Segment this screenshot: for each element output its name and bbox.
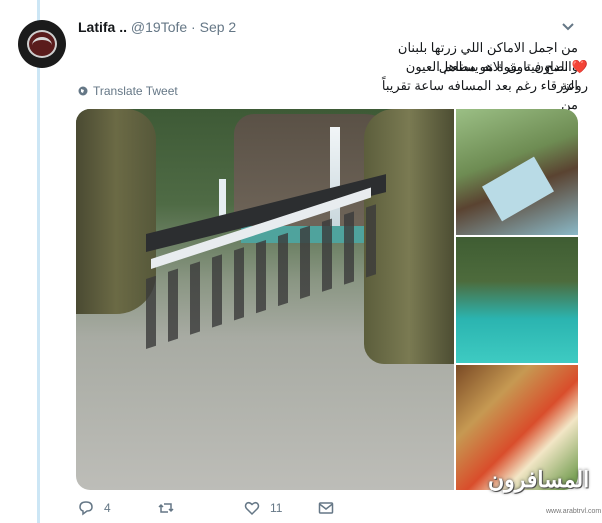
retweet-icon <box>158 503 174 513</box>
translate-label[interactable]: Translate Tweet <box>93 84 178 98</box>
reply-button[interactable]: 4 <box>78 500 111 516</box>
chevron-down-icon[interactable] <box>561 20 575 34</box>
translate-tweet-link[interactable]: Translate Tweet <box>78 84 178 98</box>
tweet-header: Latifa .. @19Tofe · Sep 2 <box>78 19 236 35</box>
like-count: 11 <box>270 501 283 515</box>
tweet-text-line2-text: الداون تاون الانه يستاهل .. روعة <box>427 59 588 93</box>
direct-message-button[interactable] <box>318 500 334 516</box>
globe-icon <box>78 86 88 96</box>
author-handle[interactable]: @19Tofe <box>131 19 187 35</box>
heart-icon <box>244 501 260 516</box>
reply-icon <box>79 501 93 516</box>
photo-middle-right[interactable] <box>456 237 578 363</box>
separator: · <box>191 19 196 35</box>
tweet-date[interactable]: Sep 2 <box>200 19 237 35</box>
photo-main[interactable] <box>76 109 454 490</box>
tweet-actions: 4 11 <box>76 500 496 520</box>
message-icon <box>318 502 334 514</box>
thread-line <box>37 0 40 523</box>
reply-count: 4 <box>104 501 111 515</box>
retweet-button[interactable] <box>158 500 184 516</box>
tree-trunk-left <box>76 109 156 314</box>
like-button[interactable]: 11 <box>244 500 282 516</box>
waterfall <box>330 127 340 227</box>
media-grid <box>76 109 578 490</box>
author-name[interactable]: Latifa .. <box>78 19 127 35</box>
tweet-text-line2: ❤️ الداون تاون الانه يستاهل .. روعة <box>406 57 588 95</box>
avatar[interactable] <box>18 20 66 68</box>
watermark-url: www.arabtrvl.com <box>546 508 602 515</box>
heart-emoji: ❤️ <box>571 59 588 74</box>
tree-trunk-right <box>364 109 454 364</box>
watermark-logo: المسافرون <box>488 467 590 492</box>
